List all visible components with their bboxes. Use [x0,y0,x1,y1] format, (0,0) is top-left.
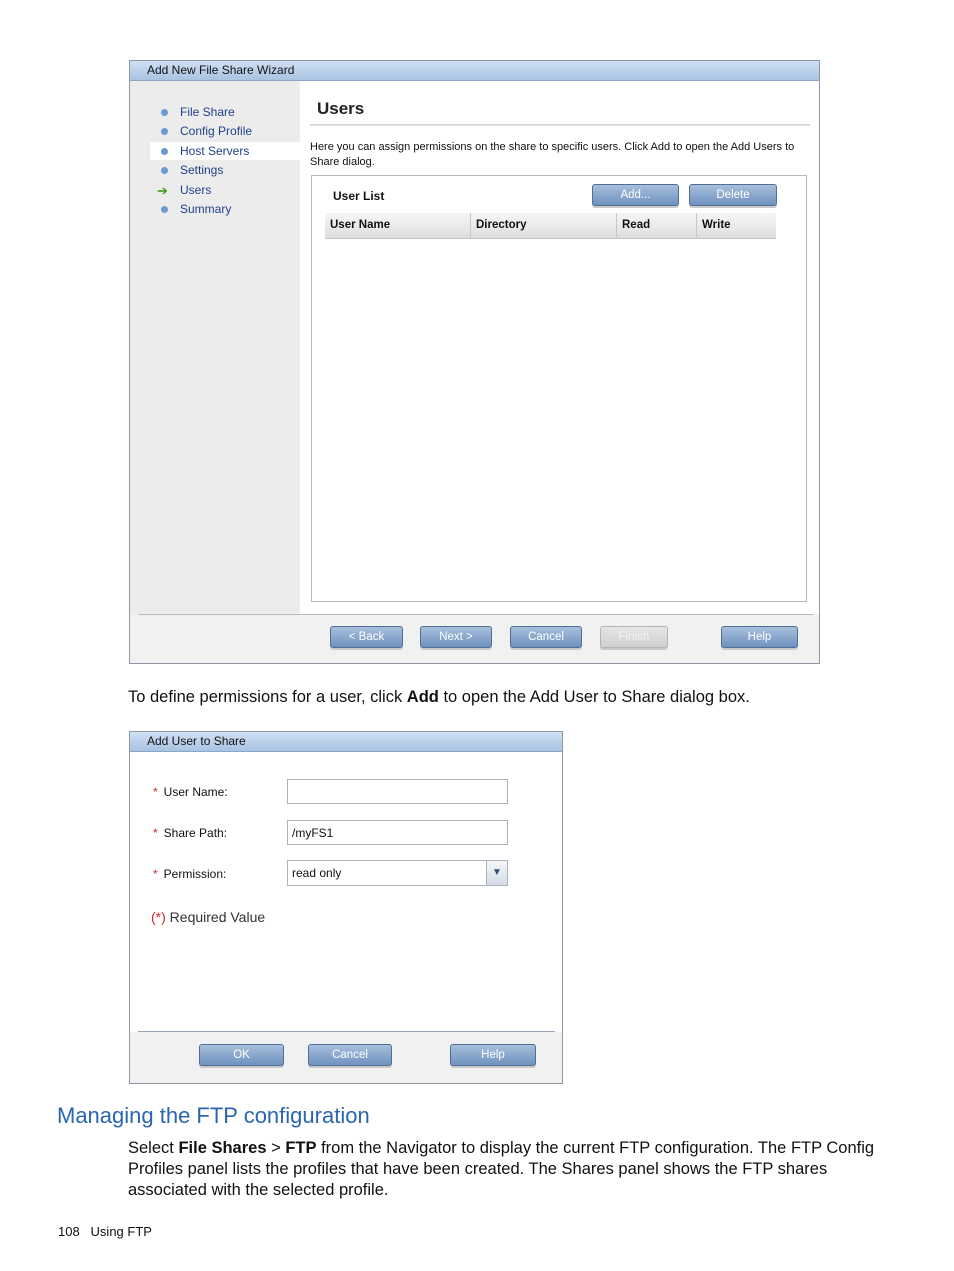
bullet-icon [161,205,168,213]
nav-item-host-servers[interactable]: Host Servers [150,142,300,160]
user-list-label: User List [333,189,385,203]
user-table-header: User Name Directory Read Write [325,213,776,239]
section-heading: Managing the FTP configuration [57,1103,370,1128]
wizard-cancel-button[interactable]: Cancel [510,626,582,648]
share-path-label: * Share Path: [153,826,228,840]
column-directory[interactable]: Directory [471,213,617,238]
page-number: 108 [58,1224,80,1239]
section-paragraph: Select File Shares > FTP from the Naviga… [128,1139,875,1199]
share-path-input[interactable] [287,820,508,845]
permission-select[interactable]: read only ▼ [287,860,508,886]
user-list-panel: User List Add... Delete User Name Direct… [311,175,807,602]
user-name-label: * User Name: [153,785,228,799]
nav-item-settings[interactable]: Settings [150,161,223,179]
page-footer: 108 Using FTP [58,1224,152,1239]
dialog-cancel-button[interactable]: Cancel [308,1044,392,1066]
required-asterisk: * [153,785,158,799]
ftp-keyword: FTP [285,1139,317,1157]
required-asterisk: * [153,867,158,881]
title-divider [310,124,810,126]
column-read[interactable]: Read [617,213,697,238]
bullet-icon [161,166,168,174]
page-title: Users [317,99,365,118]
next-button[interactable]: Next > [420,626,492,648]
permission-selected-value: read only [292,866,342,880]
back-button[interactable]: < Back [330,626,403,648]
user-name-input[interactable] [287,779,508,804]
intro-text: Here you can assign permissions on the s… [310,141,795,168]
wizard-nav: File Share Config Profile Host Servers S… [130,81,300,614]
add-button[interactable]: Add... [592,184,679,206]
dialog-title: Add User to Share [130,732,562,752]
wizard-help-button[interactable]: Help [721,626,798,648]
column-write[interactable]: Write [697,213,776,238]
ok-button[interactable]: OK [199,1044,284,1066]
required-asterisk: * [153,826,158,840]
finish-button[interactable]: Finish [600,626,668,648]
permission-label: * Permission: [153,867,227,881]
nav-item-file-share[interactable]: File Share [150,103,235,121]
wizard-content: Users Here you can assign permissions on… [300,81,819,614]
add-keyword: Add [406,688,439,706]
nav-item-users[interactable]: ➔ Users [150,181,211,199]
bullet-icon [161,147,168,155]
add-user-to-share-dialog: Add User to Share * User Name: * Share Pat… [129,731,563,1084]
column-user-name[interactable]: User Name [325,213,471,238]
chevron-down-icon[interactable]: ▼ [486,861,507,885]
required-value-note: (*) Required Value [151,909,266,925]
file-shares-keyword: File Shares [178,1139,267,1157]
instruction-paragraph: To define permissions for a user, click … [128,688,750,706]
wizard-title: Add New File Share Wizard [130,61,819,81]
dialog-footer-divider [138,1031,555,1032]
dialog-help-button[interactable]: Help [450,1044,536,1066]
bullet-icon [161,108,168,116]
bullet-icon [161,127,168,135]
wizard-footer-divider [138,614,814,615]
nav-item-summary[interactable]: Summary [150,200,231,218]
nav-item-config-profile[interactable]: Config Profile [150,122,252,140]
chapter-title: Using FTP [90,1224,152,1239]
add-file-share-wizard-window: Add New File Share Wizard File Share Con… [129,60,820,664]
delete-button[interactable]: Delete [689,184,777,206]
arrow-right-icon: ➔ [157,182,168,198]
